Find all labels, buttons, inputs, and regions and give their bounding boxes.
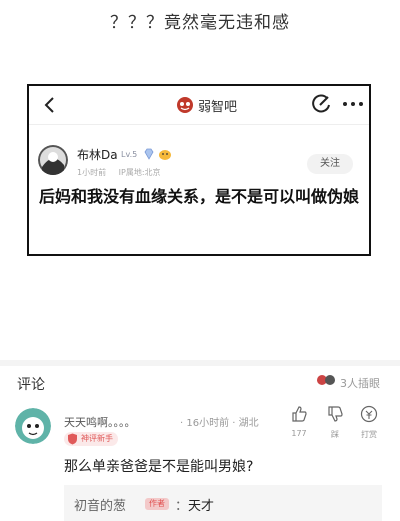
diamond-icon	[144, 148, 154, 160]
dislike-button[interactable]: 踩	[324, 405, 346, 440]
dislike-label: 踩	[331, 430, 339, 439]
interject-avatars-icon	[317, 375, 335, 385]
shield-icon	[68, 433, 77, 445]
emoji-badge-icon	[159, 150, 171, 160]
tip-coin-icon	[360, 405, 378, 423]
reply-author[interactable]: 初音的葱	[74, 495, 126, 514]
post-nav-bar: 弱智吧	[29, 86, 369, 125]
ip-location: IP属地:北京	[118, 168, 161, 177]
post-screenshot: 弱智吧 布林Da Lv.5 1小时前 IP属地:北京 关注 后妈和我没有血缘关系…	[27, 84, 371, 256]
commenter-name[interactable]: 天天鸣啊。。。。	[64, 414, 136, 430]
tip-label: 打赏	[361, 430, 377, 439]
section-divider	[0, 360, 400, 366]
poster-name[interactable]: 布林Da	[77, 146, 118, 163]
post-meta: 1小时前 IP属地:北京	[77, 167, 171, 178]
comment-time-location: · 16小时前 · 湖北	[180, 418, 259, 429]
post-text: 后妈和我没有血缘关系，是不是可以叫做伪娘	[39, 187, 360, 206]
newbie-badge-label: 神评新手	[81, 434, 113, 443]
forum-name[interactable]: 弱智吧	[198, 96, 237, 115]
author-tag: 作者	[145, 498, 169, 510]
reply-separator: ：	[175, 499, 189, 514]
edit-post-icon[interactable]	[311, 94, 331, 114]
like-button[interactable]: 177	[288, 405, 310, 438]
thumb-down-icon	[328, 406, 343, 422]
back-arrow-icon[interactable]	[39, 94, 61, 116]
post-time: 1小时前	[77, 168, 107, 177]
reply-text: 天才	[188, 499, 215, 514]
level-badge: Lv.5	[121, 150, 138, 159]
poster-avatar[interactable]	[38, 145, 68, 175]
caption-text: ？？？竟然毫无违和感	[110, 13, 290, 33]
comments-title: 评论	[17, 377, 45, 393]
like-count: 177	[291, 429, 307, 438]
thumb-up-icon	[292, 406, 307, 422]
comment-text: 那么单亲爸爸是不是能叫男娘?	[64, 459, 254, 475]
follow-button[interactable]: 关注	[307, 154, 353, 174]
more-options-icon[interactable]	[341, 94, 365, 114]
tip-button[interactable]: 打赏	[358, 405, 380, 440]
commenter-avatar[interactable]	[15, 408, 51, 444]
reply-preview[interactable]: 初音的葱 作者 ： 天才	[64, 485, 382, 521]
newbie-badge: 神评新手	[64, 432, 118, 446]
forum-logo-icon	[177, 97, 193, 113]
interject-count[interactable]: 3人插眼	[340, 375, 380, 391]
